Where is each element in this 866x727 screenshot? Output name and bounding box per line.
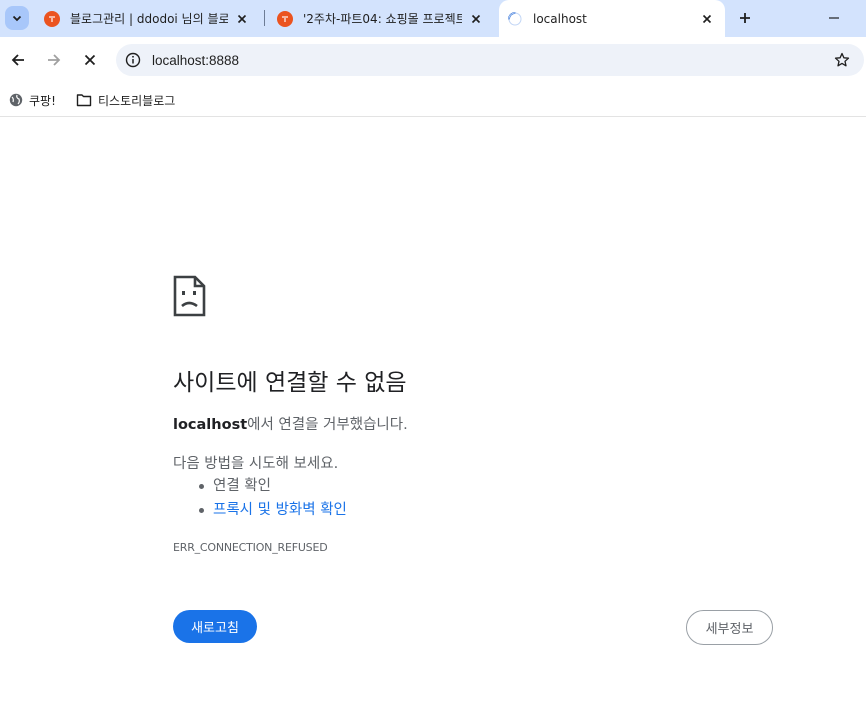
new-tab-button[interactable]: [733, 6, 757, 30]
bookmarks-bar: 쿠팡! 티스토리블로그: [0, 83, 866, 117]
plus-icon: [740, 13, 750, 23]
back-button[interactable]: [6, 48, 30, 72]
suggestion-item: 연결 확인: [195, 474, 347, 498]
tab-title: localhost: [533, 11, 587, 26]
error-heading: 사이트에 연결할 수 없음: [173, 370, 407, 396]
error-description-text: 에서 연결을 거부했습니다.: [247, 417, 408, 433]
reload-button[interactable]: 새로고침: [173, 610, 257, 643]
star-icon[interactable]: [834, 52, 850, 68]
toolbar: localhost:8888: [0, 37, 866, 83]
tab-title: 블로그관리 | ddodoi 님의 블로그: [70, 12, 228, 26]
arrow-right-icon: [48, 54, 61, 66]
suggestions-list: 연결 확인 프록시 및 방화벽 확인: [195, 474, 347, 522]
error-page: 사이트에 연결할 수 없음 localhost에서 연결을 거부했습니다. 다음…: [0, 118, 866, 727]
suggestion-proxy-firewall-link[interactable]: 프록시 및 방화벽 확인: [213, 502, 347, 518]
url-text[interactable]: localhost:8888: [152, 53, 239, 68]
close-icon: [84, 54, 96, 66]
address-bar[interactable]: localhost:8888: [116, 44, 864, 76]
forward-button[interactable]: [42, 48, 66, 72]
minimize-icon: [829, 17, 839, 19]
suggestions-label: 다음 방법을 시도해 보세요.: [173, 456, 339, 472]
error-description: localhost에서 연결을 거부했습니다.: [173, 413, 408, 434]
bookmark-label: 쿠팡!: [29, 93, 56, 108]
chevron-down-icon: [12, 15, 22, 22]
suggestion-item: 프록시 및 방화벽 확인: [195, 498, 347, 522]
bookmark-coupang[interactable]: 쿠팡!: [9, 88, 56, 112]
tab-search-button[interactable]: [5, 6, 29, 30]
suggestion-check-connection: 연결 확인: [213, 478, 271, 494]
tistory-icon: [277, 10, 293, 27]
globe-icon: [9, 93, 23, 107]
tab-separator: [264, 10, 265, 26]
error-host: localhost: [173, 417, 248, 433]
close-icon[interactable]: [234, 11, 250, 27]
info-icon[interactable]: [125, 52, 141, 68]
tab-strip: 블로그관리 | ddodoi 님의 블로그 '2주차-파트04: 쇼핑몰 프로젝…: [0, 0, 866, 37]
bookmark-label: 티스토리블로그: [98, 93, 176, 108]
error-code: ERR_CONNECTION_REFUSED: [173, 541, 328, 554]
folder-icon: [76, 94, 92, 107]
tab-shopping-project[interactable]: '2주차-파트04: 쇼핑몰 프로젝트: [270, 0, 494, 37]
sad-document-icon: [173, 275, 206, 317]
bookmark-tistory-blog[interactable]: 티스토리블로그: [76, 88, 175, 112]
tab-blog-admin[interactable]: 블로그관리 | ddodoi 님의 블로그: [36, 0, 260, 37]
stop-loading-button[interactable]: [78, 48, 102, 72]
tab-localhost[interactable]: localhost: [499, 0, 725, 37]
minimize-button[interactable]: [822, 6, 846, 30]
arrow-left-icon: [11, 54, 24, 66]
close-icon[interactable]: [468, 11, 484, 27]
loading-spinner-icon: [508, 11, 522, 25]
tistory-icon: [44, 10, 60, 27]
tab-title: '2주차-파트04: 쇼핑몰 프로젝트: [303, 12, 462, 26]
close-icon[interactable]: [699, 11, 715, 27]
details-button[interactable]: 세부정보: [686, 610, 773, 645]
